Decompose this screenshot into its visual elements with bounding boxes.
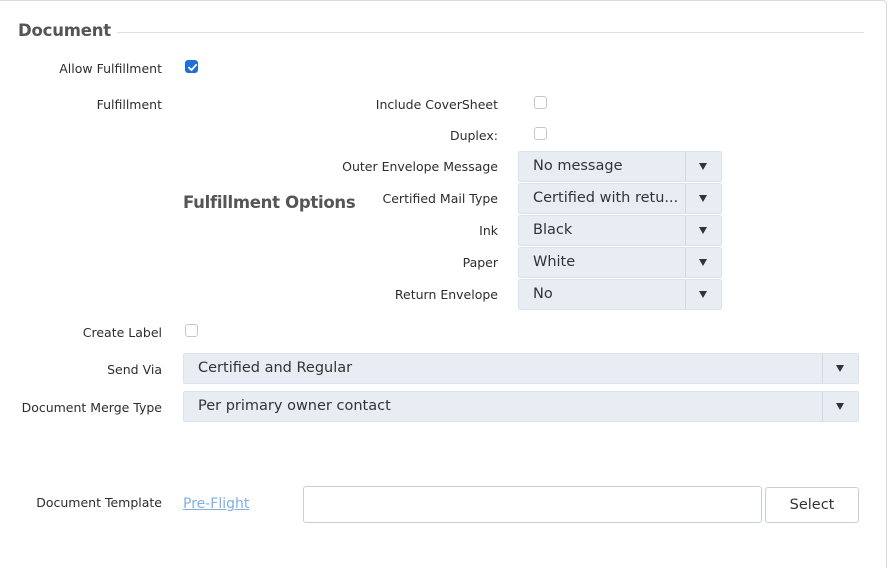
certified-mail-type-select[interactable]: Certified with retu... bbox=[518, 183, 722, 214]
include-coversheet-checkbox[interactable] bbox=[534, 96, 547, 109]
return-envelope-label: Return Envelope bbox=[394, 287, 498, 302]
select-button[interactable]: Select bbox=[765, 487, 859, 523]
fulfillment-options-heading: Fulfillment Options bbox=[183, 193, 356, 212]
document-panel: Document Allow Fulfillment Fulfillment F… bbox=[0, 0, 887, 568]
ink-value: Black bbox=[533, 222, 573, 238]
create-label-checkbox[interactable] bbox=[185, 324, 198, 337]
outer-envelope-message-label: Outer Envelope Message bbox=[342, 159, 498, 174]
preflight-link[interactable]: Pre-Flight bbox=[183, 496, 249, 512]
send-via-select[interactable]: Certified and Regular bbox=[183, 353, 859, 384]
include-coversheet-label: Include CoverSheet bbox=[375, 97, 498, 112]
dropdown-button[interactable] bbox=[685, 248, 721, 277]
allow-fulfillment-checkbox[interactable] bbox=[185, 60, 198, 73]
dropdown-button[interactable] bbox=[685, 184, 721, 213]
duplex-checkbox[interactable] bbox=[534, 127, 547, 140]
caret-down-icon bbox=[699, 227, 707, 234]
paper-select[interactable]: White bbox=[518, 247, 722, 278]
caret-down-icon bbox=[836, 365, 844, 372]
caret-down-icon bbox=[699, 291, 707, 298]
paper-value: White bbox=[533, 254, 576, 270]
dropdown-button[interactable] bbox=[685, 280, 721, 309]
document-merge-type-label: Document Merge Type bbox=[21, 400, 162, 415]
outer-envelope-message-select[interactable]: No message bbox=[518, 151, 722, 182]
fulfillment-label: Fulfillment bbox=[96, 97, 162, 112]
caret-down-icon bbox=[836, 403, 844, 410]
document-merge-type-value: Per primary owner contact bbox=[198, 398, 391, 414]
certified-mail-type-value: Certified with retu... bbox=[533, 190, 679, 206]
caret-down-icon bbox=[699, 163, 707, 170]
document-template-input[interactable] bbox=[303, 486, 762, 523]
caret-down-icon bbox=[699, 195, 707, 202]
dropdown-button[interactable] bbox=[822, 354, 858, 383]
section-title: Document bbox=[18, 21, 111, 40]
caret-down-icon bbox=[699, 259, 707, 266]
send-via-label: Send Via bbox=[107, 362, 162, 377]
outer-envelope-message-value: No message bbox=[533, 158, 623, 174]
duplex-label: Duplex: bbox=[449, 128, 498, 143]
return-envelope-value: No bbox=[533, 286, 553, 302]
dropdown-button[interactable] bbox=[822, 392, 858, 421]
document-template-label: Document Template bbox=[36, 495, 162, 510]
allow-fulfillment-label: Allow Fulfillment bbox=[59, 61, 162, 76]
return-envelope-select[interactable]: No bbox=[518, 279, 722, 310]
dropdown-button[interactable] bbox=[685, 216, 721, 245]
certified-mail-type-label: Certified Mail Type bbox=[382, 191, 498, 206]
paper-label: Paper bbox=[462, 255, 498, 270]
section-divider bbox=[117, 32, 864, 33]
send-via-value: Certified and Regular bbox=[198, 360, 353, 376]
create-label-label: Create Label bbox=[82, 325, 162, 340]
checkmark-icon bbox=[188, 63, 198, 71]
document-merge-type-select[interactable]: Per primary owner contact bbox=[183, 391, 859, 422]
ink-select[interactable]: Black bbox=[518, 215, 722, 246]
ink-label: Ink bbox=[479, 223, 498, 238]
dropdown-button[interactable] bbox=[685, 152, 721, 181]
